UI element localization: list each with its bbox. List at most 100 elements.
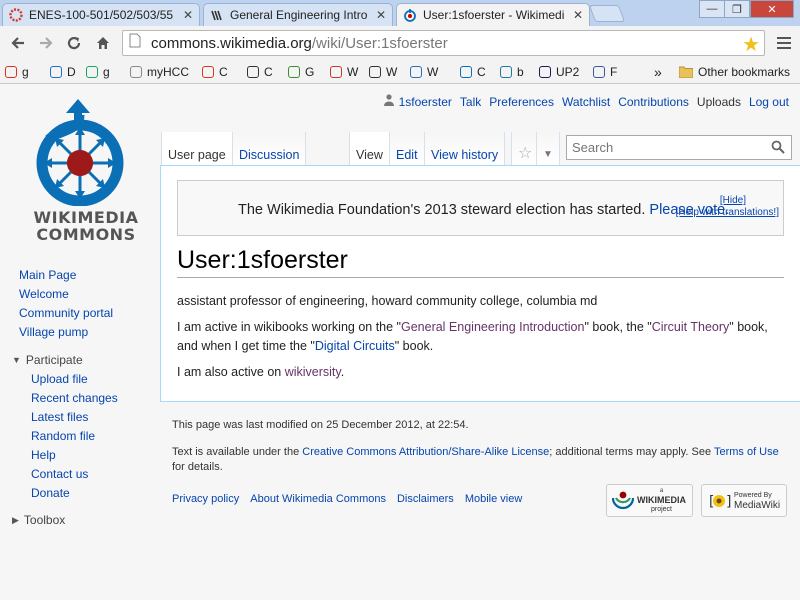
bookmark-wikimedia-9[interactable]: W [410,64,438,80]
log-out-link[interactable]: Log out [749,95,789,109]
toolbox-toggle[interactable]: ▶ Toolbox [12,511,159,529]
tab-view[interactable]: View [349,132,389,165]
sidebar-item-welcome[interactable]: Welcome [19,285,159,304]
bookmark-star-icon[interactable]: ★ [742,32,760,57]
digital-circuits-link[interactable]: Digital Circuits [315,339,395,353]
sidebar-item-community-portal[interactable]: Community portal [19,304,159,323]
site-notice: The Wikimedia Foundation's 2013 steward … [177,180,784,236]
bookmark-google-drive-2[interactable]: g [86,64,110,80]
sidebar-item-village-pump[interactable]: Village pump [19,323,159,342]
text-span: . [340,365,345,379]
sidebar-item-contact-us[interactable]: Contact us [31,465,159,484]
terms-of-use-link[interactable]: Terms of Use [714,446,779,458]
text-span: " book. [394,339,434,353]
browser-tab-user-page[interactable]: User:1sfoerster - Wikimedi ✕ [396,3,590,26]
bookmark-hcc-gear-4[interactable]: C [202,64,228,80]
sidebar-item-main-page[interactable]: Main Page [19,266,159,285]
page-title: User:1sfoerster [177,246,784,278]
other-bookmarks-folder[interactable]: Other bookmarks [679,64,790,80]
bookmark-wikibooks-8[interactable]: W [369,64,397,80]
maximize-button[interactable]: ❐ [724,0,750,18]
toolbox-heading: Toolbox [23,513,66,527]
text-span: " book, the " [584,320,652,334]
bookmark-up2-12[interactable]: UP2 [539,64,579,80]
help-translations-link[interactable]: [Help with translations!] [676,207,779,218]
bookmark-facebook-13[interactable]: F [593,64,617,80]
home-button[interactable] [92,32,114,54]
bookmark-gmail-0[interactable]: g [5,64,29,80]
preferences-link[interactable]: Preferences [489,95,554,109]
commons-logo-icon [36,99,124,207]
powered-by-mediawiki-badge[interactable]: [] Powered By MediaWiki [701,484,787,517]
commons-icon [403,8,417,22]
forward-arrow-icon [40,37,53,49]
browser-tab-general-engineering[interactable]: General Engineering Intro ✕ [203,3,393,26]
wikimedia-commons-logo[interactable]: WIKIMEDIA COMMONS [16,91,146,243]
wikiversity-paragraph: I am also active on wikiversity. [177,363,777,382]
browser-tab-enes[interactable]: ENES-100-501/502/503/55 ✕ [2,3,200,26]
tab-discussion[interactable]: Discussion [232,132,307,165]
close-tab-icon[interactable]: ✕ [183,8,193,22]
site-notice-message: The Wikimedia Foundation's 2013 steward … [238,202,729,218]
sidebar-item-help[interactable]: Help [31,446,159,465]
talk-link[interactable]: Talk [460,95,481,109]
wikibooks-icon [369,66,381,78]
wikiversity-link[interactable]: wikiversity [285,365,341,379]
bookmark-gnome-6[interactable]: G [288,64,314,80]
text-span: I am also active on [177,365,285,379]
close-tab-icon[interactable]: ✕ [376,8,386,22]
sidebar-item-random-file[interactable]: Random file [31,427,159,446]
sidebar-item-latest-files[interactable]: Latest files [31,408,159,427]
search-icon[interactable] [771,140,785,159]
participate-toggle[interactable]: ▼ Participate [12,351,159,369]
close-tab-icon[interactable]: ✕ [573,8,583,22]
bookmark-dropbox-1[interactable]: D [50,64,76,80]
bookmark-commons-10[interactable]: C [460,64,486,80]
forward-button[interactable] [35,32,57,54]
sidebar-item-upload-file[interactable]: Upload file [31,370,159,389]
browser-tab-strip: ENES-100-501/502/503/55 ✕ General Engine… [0,0,800,26]
address-bar[interactable]: commons.wikimedia.org/wiki/User:1sfoerst… [122,30,765,56]
sidebar-participate-portal: ▼ Participate Upload file Recent changes … [12,351,159,503]
hcc-gear-icon [202,66,214,78]
mediawiki-sunflower-icon: [] [707,494,731,510]
user-link[interactable]: 1sfoerster [383,94,452,109]
close-window-button[interactable]: ✕ [750,0,794,18]
tab-edit[interactable]: Edit [389,132,424,165]
badge-small-text: Powered By [734,491,772,499]
privacy-policy-link[interactable]: Privacy policy [172,492,239,507]
uploads-link[interactable]: Uploads [697,95,741,109]
bookmark-canvas-5[interactable]: C [247,64,273,80]
about-link[interactable]: About Wikimedia Commons [250,492,386,507]
back-button[interactable] [7,32,29,54]
reload-button[interactable] [63,32,85,54]
more-actions-dropdown-icon[interactable]: ▼ [536,132,560,165]
watch-star-icon[interactable]: ☆ [511,132,539,165]
mobile-view-link[interactable]: Mobile view [465,492,522,507]
minimize-button[interactable]: — [699,0,725,18]
circuit-theory-link[interactable]: Circuit Theory [652,320,730,334]
general-engineering-link[interactable]: General Engineering Introduction [401,320,584,334]
bookmark-page-3[interactable]: myHCC [130,64,189,80]
bookmark-wikiversity-7[interactable]: W [330,64,358,80]
facebook-icon [593,66,605,78]
new-tab-button[interactable] [588,5,626,22]
disclaimers-link[interactable]: Disclaimers [397,492,454,507]
license-link[interactable]: Creative Commons Attribution/Share-Alike… [302,446,549,458]
tab-user-page[interactable]: User page [161,132,232,165]
sidebar-item-recent-changes[interactable]: Recent changes [31,389,159,408]
sidebar-toolbox-portal: ▶ Toolbox [12,511,159,529]
personal-tools: 1sfoerster Talk Preferences Watchlist Co… [383,94,789,109]
contributions-link[interactable]: Contributions [618,95,689,109]
hide-notice-link[interactable]: [Hide] [720,195,746,206]
folder-icon [679,65,693,79]
wikimedia-project-badge[interactable]: a WIKIMEDIA project [606,484,693,517]
chrome-menu-button[interactable] [774,32,794,54]
page-tabs: User page Discussion View Edit View hist… [160,125,800,165]
watchlist-link[interactable]: Watchlist [562,95,610,109]
tab-view-history[interactable]: View history [424,132,506,165]
bookmark-wordpress-11[interactable]: b [500,64,524,80]
search-input[interactable] [572,140,767,155]
url-path: /wiki/User:1sfoerster [311,34,448,52]
sidebar-item-donate[interactable]: Donate [31,484,159,503]
